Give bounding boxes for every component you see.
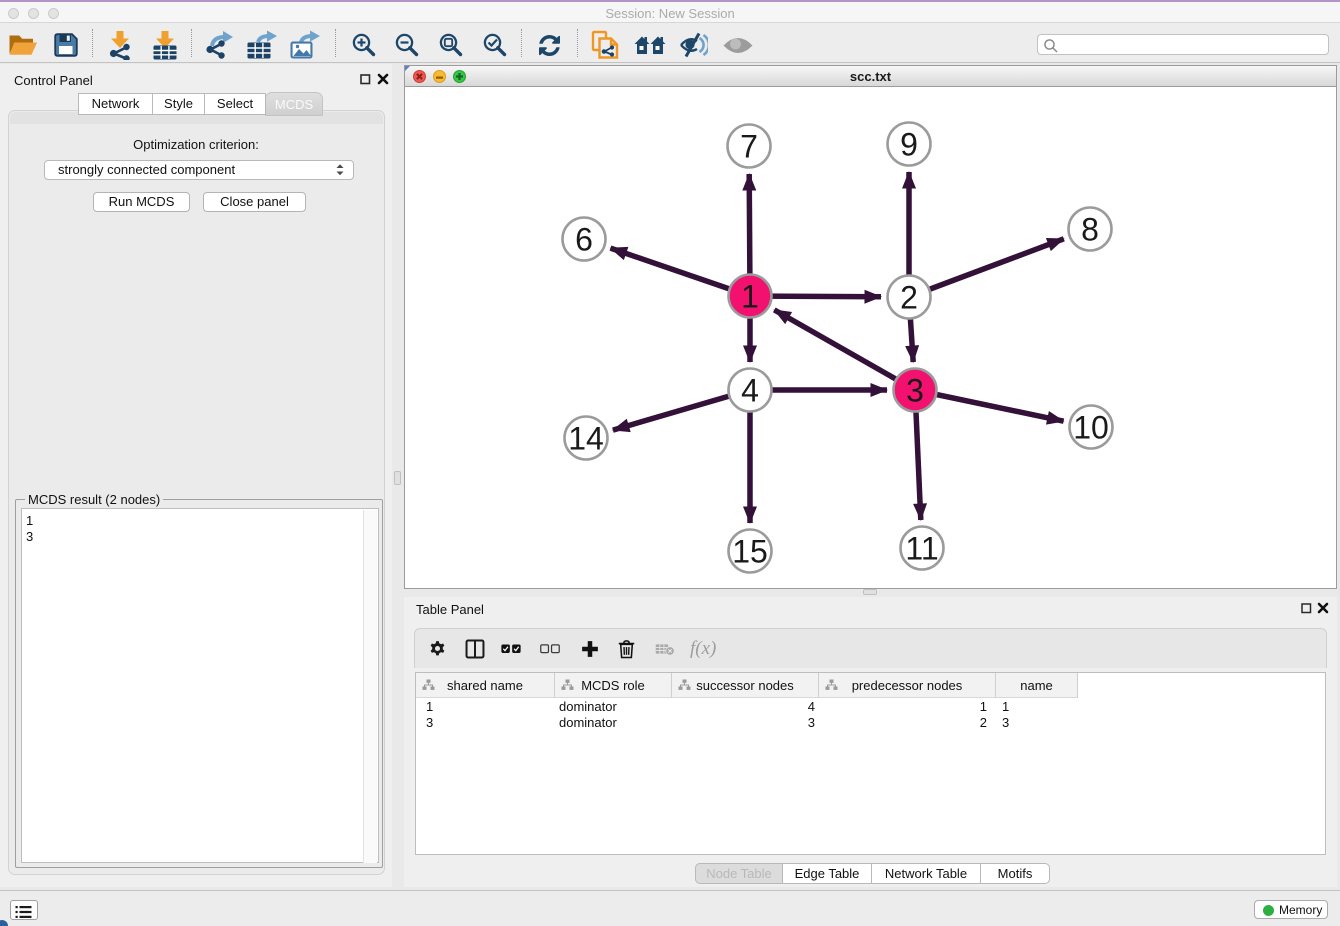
svg-text:3: 3 — [906, 373, 924, 409]
svg-text:4: 4 — [741, 373, 759, 409]
svg-text:10: 10 — [1073, 410, 1109, 446]
svg-text:1: 1 — [741, 279, 759, 315]
svg-text:9: 9 — [900, 127, 918, 163]
svg-text:6: 6 — [575, 222, 593, 258]
svg-text:15: 15 — [732, 534, 768, 570]
svg-text:8: 8 — [1081, 212, 1099, 248]
svg-text:2: 2 — [900, 280, 918, 316]
svg-text:11: 11 — [905, 531, 938, 567]
svg-text:14: 14 — [568, 421, 604, 457]
svg-text:7: 7 — [740, 129, 758, 165]
